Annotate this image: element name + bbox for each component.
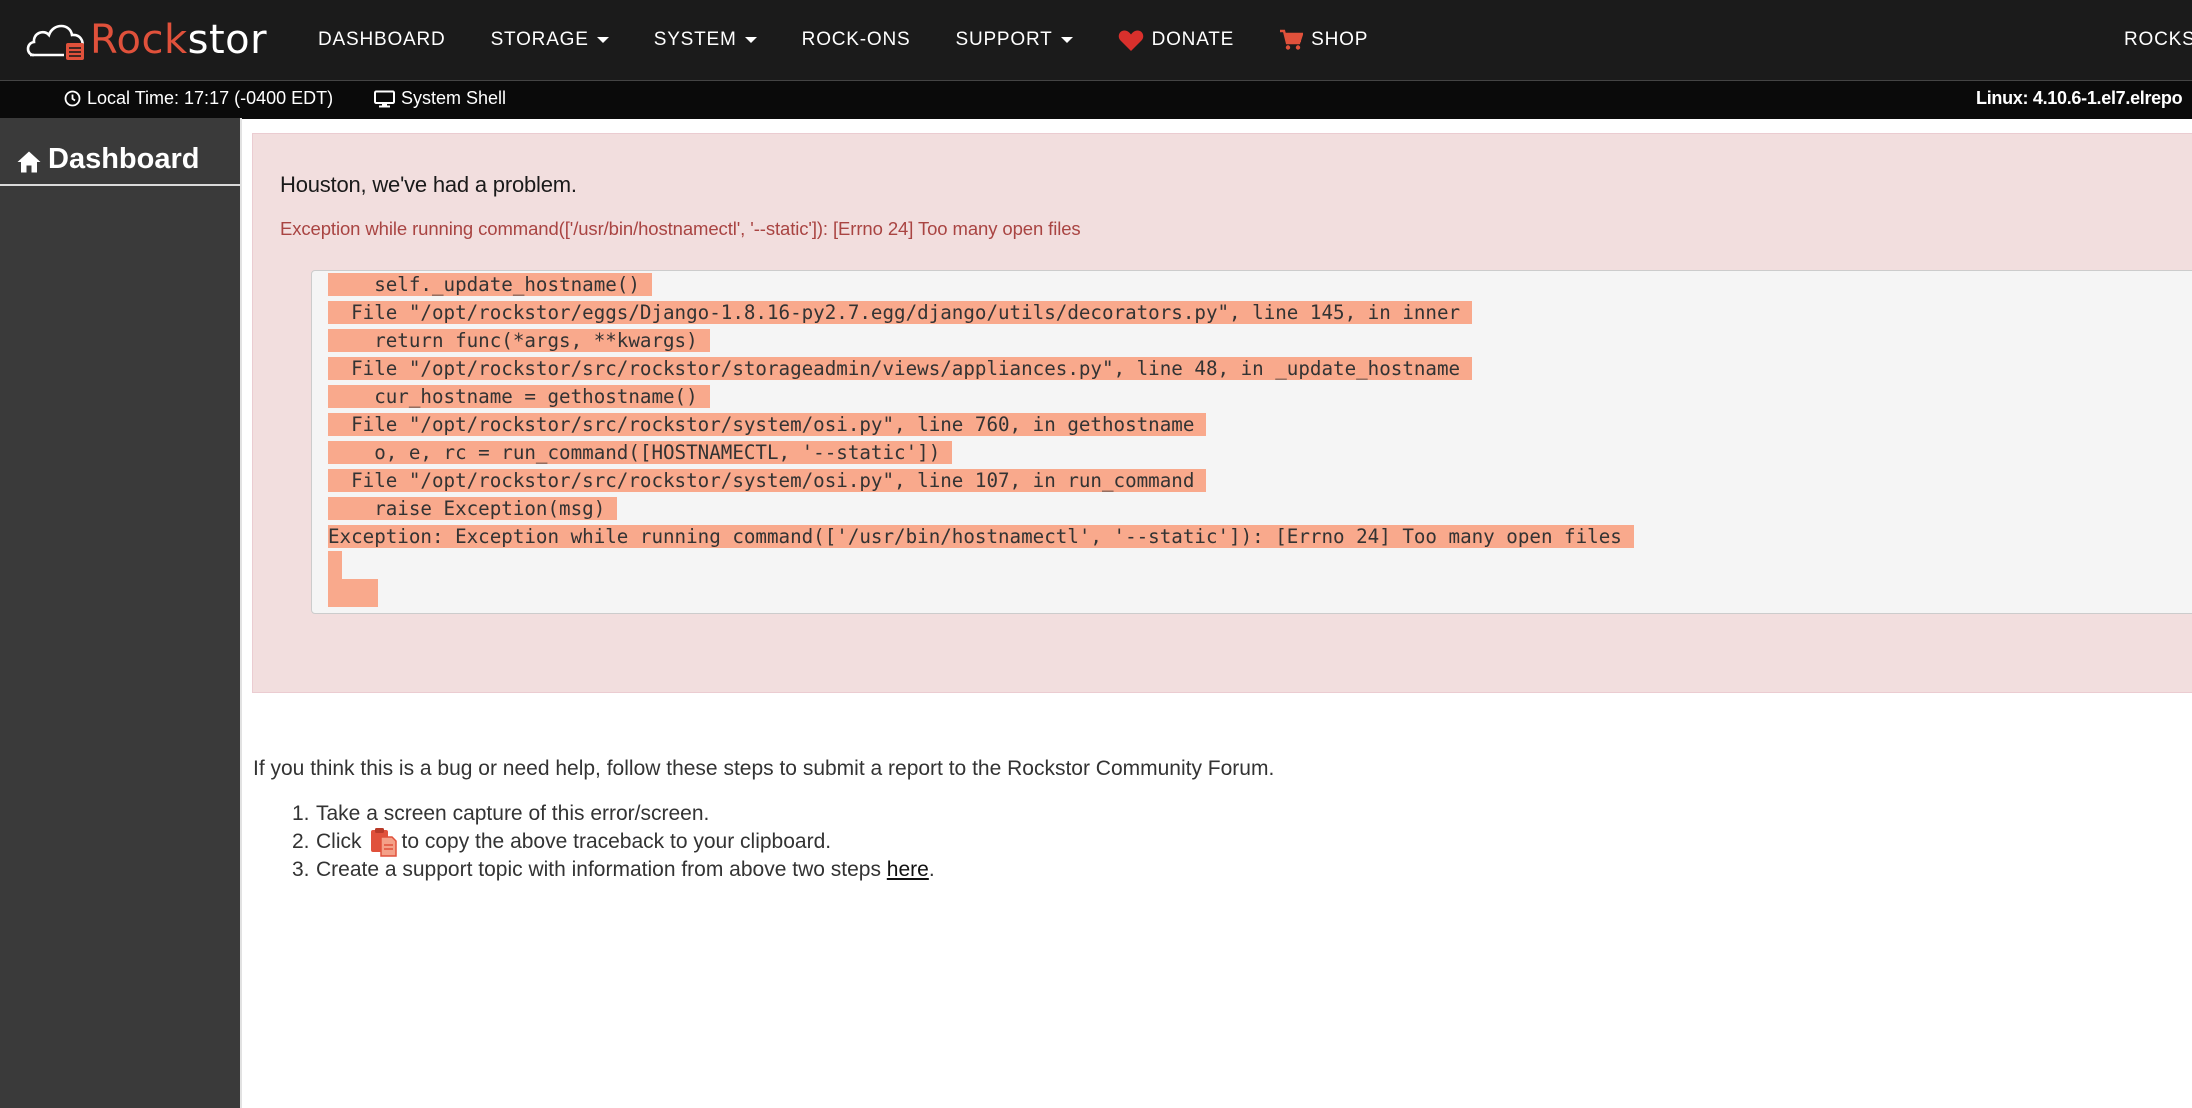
help-step-3: 3. Create a support topic with informati…: [292, 856, 935, 884]
home-icon: [17, 151, 41, 173]
step-number: 1.: [292, 802, 310, 825]
nav-support[interactable]: SUPPORT: [955, 29, 1073, 51]
step-number: 2.: [292, 830, 310, 853]
traceback-line: raise Exception(msg): [328, 495, 1634, 523]
brand-name-part2: stor: [187, 17, 268, 63]
nav-rockstor-label: ROCKSTOR: [2124, 29, 2192, 50]
cart-icon: [1279, 29, 1304, 51]
help-step-2-text-after: to copy the above traceback to your clip…: [401, 830, 832, 853]
nav-support-label: SUPPORT: [955, 29, 1053, 50]
traceback-line-blank: [328, 551, 1634, 579]
nav-system[interactable]: SYSTEM: [654, 29, 757, 51]
traceback-line: File "/opt/rockstor/src/rockstor/system/…: [328, 411, 1634, 439]
monitor-icon: [374, 90, 395, 107]
nav-dashboard[interactable]: DASHBOARD: [318, 29, 446, 51]
local-time: Local Time: 17:17 (-0400 EDT): [64, 88, 333, 109]
traceback-line-blank: [328, 579, 1634, 607]
sidebar-item-label: Dashboard: [48, 143, 200, 175]
help-step-3-text-after: .: [928, 858, 935, 881]
traceback-line: cur_hostname = gethostname(): [328, 383, 1634, 411]
sidebar-item-dashboard[interactable]: Dashboard: [0, 143, 240, 186]
traceback-line: return func(*args, **kwargs): [328, 327, 1634, 355]
sidebar: Dashboard: [0, 118, 240, 1108]
help-step-1-text: Take a screen capture of this error/scre…: [316, 802, 710, 825]
nav-rock-ons[interactable]: ROCK-ONS: [802, 29, 911, 51]
cloud-server-logo-icon: [26, 24, 84, 60]
traceback-line: o, e, rc = run_command([HOSTNAMECTL, '--…: [328, 439, 1634, 467]
system-shell-text: System Shell: [401, 88, 507, 108]
nav-dashboard-label: DASHBOARD: [318, 29, 446, 50]
help-step-2-text-before: Click: [316, 830, 362, 853]
nav-shop[interactable]: SHOP: [1279, 29, 1368, 51]
help-intro: If you think this is a bug or need help,…: [253, 757, 1275, 780]
status-bar: Local Time: 17:17 (-0400 EDT) System She…: [0, 80, 2192, 119]
nav-storage[interactable]: STORAGE: [491, 29, 609, 51]
traceback-line: File "/opt/rockstor/src/rockstor/system/…: [328, 467, 1634, 495]
nav-storage-label: STORAGE: [490, 29, 589, 50]
nav-donate-label: DONATE: [1151, 29, 1235, 50]
clock-icon: [64, 90, 81, 107]
system-shell-link[interactable]: System Shell: [374, 88, 506, 109]
sidebar-divider: [240, 118, 242, 1108]
brand-name: Rockstor: [90, 20, 267, 60]
nav-donate[interactable]: DONATE: [1118, 29, 1235, 52]
top-navbar: Rockstor DASHBOARD STORAGE SYSTEM ROCK-O…: [0, 0, 2192, 80]
caret-down-icon: [1060, 37, 1073, 43]
traceback-line: File "/opt/rockstor/src/rockstor/storage…: [328, 355, 1634, 383]
rockstor-logo[interactable]: Rockstor: [24, 14, 267, 66]
nav-system-label: SYSTEM: [653, 29, 737, 50]
heart-icon: [1118, 29, 1144, 52]
caret-down-icon: [596, 37, 609, 43]
help-step-1: 1. Take a screen capture of this error/s…: [292, 800, 935, 828]
help-step-3-text-before: Create a support topic with information …: [316, 858, 881, 881]
traceback-line: Exception: Exception while running comma…: [328, 523, 1634, 551]
nav-rock-ons-label: ROCK-ONS: [801, 29, 911, 50]
traceback-box[interactable]: self._update_hostname() File "/opt/rocks…: [311, 270, 2192, 614]
nav-shop-label: SHOP: [1311, 29, 1369, 50]
step-number: 3.: [292, 858, 310, 881]
support-topic-link[interactable]: here: [887, 856, 929, 884]
copy-clipboard-icon[interactable]: [368, 827, 398, 857]
local-time-text: Local Time: 17:17 (-0400 EDT): [87, 88, 334, 108]
traceback-lines: self._update_hostname() File "/opt/rocks…: [328, 271, 1634, 607]
main-nav: DASHBOARD STORAGE SYSTEM ROCK-ONS SUPPOR…: [318, 0, 1413, 80]
help-step-2: 2. Click to copy the above traceback to …: [292, 827, 935, 857]
kernel-version: Linux: 4.10.6-1.el7.elrepo: [1976, 88, 2183, 108]
nav-rockstor-menu[interactable]: ROCKSTOR: [2124, 0, 2192, 80]
brand-name-part1: Rock: [90, 17, 188, 63]
error-title: Houston, we've had a problem.: [280, 172, 577, 197]
traceback-line: File "/opt/rockstor/eggs/Django-1.8.16-p…: [328, 299, 1634, 327]
error-message: Exception while running command(['/usr/b…: [280, 218, 1081, 239]
traceback-line: self._update_hostname(): [328, 271, 1634, 299]
caret-down-icon: [744, 37, 757, 43]
help-steps-list: 1. Take a screen capture of this error/s…: [292, 800, 935, 884]
error-alert: Houston, we've had a problem. Exception …: [252, 133, 2192, 693]
